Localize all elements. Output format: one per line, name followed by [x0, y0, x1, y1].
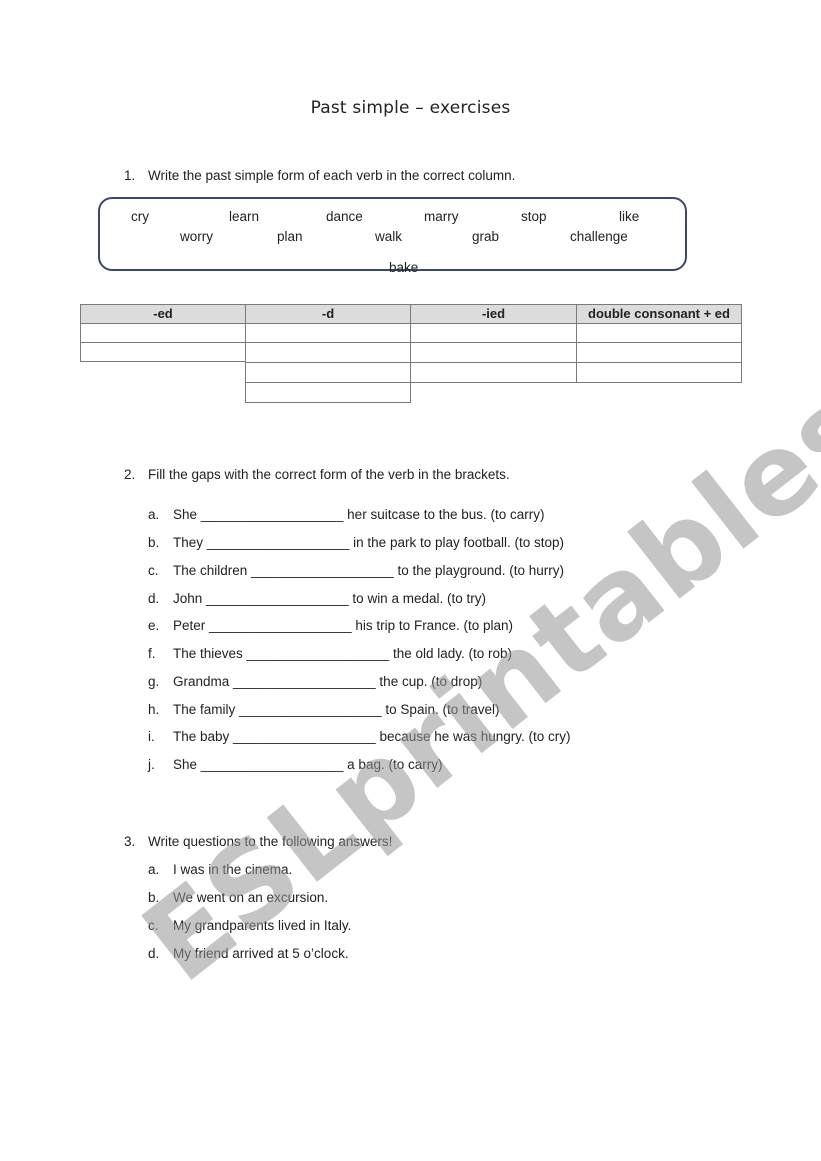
- item-letter: f.: [148, 646, 156, 661]
- verb: learn: [229, 209, 260, 224]
- item-sentence[interactable]: The children ___________________ to the …: [173, 563, 564, 578]
- exercise-number: 2.: [124, 467, 136, 482]
- table-cell[interactable]: [410, 342, 577, 363]
- verb: walk: [375, 229, 403, 244]
- item-letter: a.: [148, 507, 160, 522]
- table-header: double consonant + ed: [576, 304, 742, 324]
- table-cell[interactable]: [245, 323, 411, 343]
- verb: stop: [521, 209, 547, 224]
- item-letter: c.: [148, 918, 159, 933]
- table-cell[interactable]: [410, 362, 577, 383]
- verb: plan: [277, 229, 303, 244]
- table-cell[interactable]: [576, 362, 742, 383]
- instruction-text: Fill the gaps with the correct form of t…: [148, 467, 510, 482]
- verb: dance: [326, 209, 363, 224]
- item-letter: g.: [148, 674, 160, 689]
- table-header: -ed: [80, 304, 246, 324]
- item-sentence[interactable]: Peter ___________________ his trip to Fr…: [173, 618, 513, 633]
- table-cell[interactable]: [576, 323, 742, 343]
- item-sentence[interactable]: She ___________________ her suitcase to …: [173, 507, 545, 522]
- verb: marry: [424, 209, 459, 224]
- item-letter: i.: [148, 729, 155, 744]
- verb: bake: [389, 260, 419, 275]
- instruction-text: Write the past simple form of each verb …: [148, 168, 516, 183]
- table-header: -d: [245, 304, 411, 324]
- table-header: -ied: [410, 304, 577, 324]
- item-letter: a.: [148, 862, 160, 877]
- table-cell[interactable]: [576, 342, 742, 363]
- item-letter: b.: [148, 890, 160, 905]
- page-title: Past simple – exercises: [310, 98, 511, 118]
- item-sentence[interactable]: The thieves ___________________ the old …: [173, 646, 512, 661]
- exercise-number: 1.: [124, 168, 136, 183]
- table-cell[interactable]: [245, 382, 411, 403]
- item-letter: d.: [148, 946, 160, 961]
- item-sentence[interactable]: The baby ___________________ because he …: [173, 729, 571, 744]
- watermark: ESLprintables.com: [120, 171, 821, 1008]
- item-answer: My grandparents lived in Italy.: [173, 918, 352, 933]
- item-sentence[interactable]: She ___________________ a bag. (to carry…: [173, 757, 442, 772]
- table-cell[interactable]: [410, 323, 577, 343]
- table-cell[interactable]: [245, 362, 411, 383]
- item-letter: c.: [148, 563, 159, 578]
- table-cell[interactable]: [80, 342, 246, 362]
- verb: grab: [472, 229, 500, 244]
- verb: cry: [131, 209, 149, 224]
- item-answer: We went on an excursion.: [173, 890, 329, 905]
- table-cell[interactable]: [245, 342, 411, 363]
- instruction-text: Write questions to the following answers…: [148, 834, 393, 849]
- item-letter: h.: [148, 702, 160, 717]
- table-cell[interactable]: [80, 323, 246, 343]
- verb: worry: [180, 229, 213, 244]
- item-sentence[interactable]: John ___________________ to win a medal.…: [173, 591, 486, 606]
- worksheet-page: Past simple – exercises 1. Write the pas…: [0, 0, 821, 1161]
- item-sentence[interactable]: They ___________________ in the park to …: [173, 535, 564, 550]
- item-sentence[interactable]: The family ___________________ to Spain.…: [173, 702, 499, 717]
- verb: challenge: [570, 229, 628, 244]
- item-answer: My friend arrived at 5 o’clock.: [173, 946, 349, 961]
- exercise-number: 3.: [124, 834, 136, 849]
- item-sentence[interactable]: Grandma ___________________ the cup. (to…: [173, 674, 482, 689]
- item-letter: j.: [148, 757, 155, 772]
- item-letter: d.: [148, 591, 160, 606]
- item-letter: b.: [148, 535, 160, 550]
- verb: like: [619, 209, 640, 224]
- item-letter: e.: [148, 618, 160, 633]
- item-answer: I was in the cinema.: [173, 862, 293, 877]
